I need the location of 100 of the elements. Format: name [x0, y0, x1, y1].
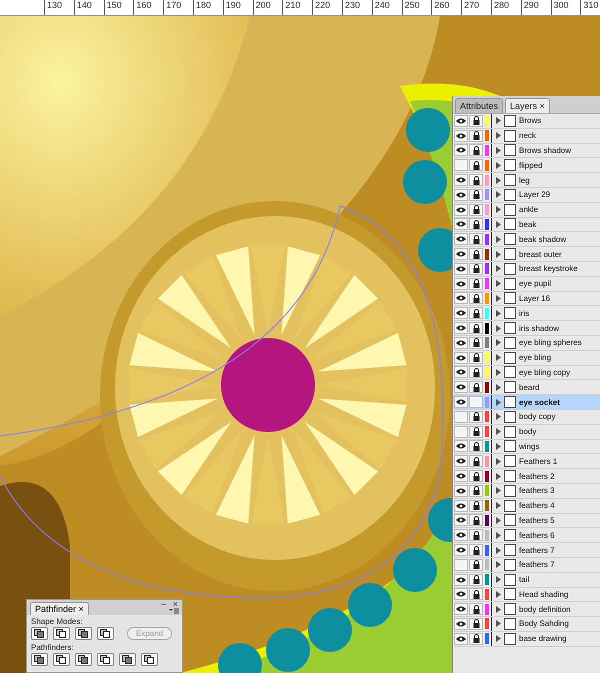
panel-tab[interactable]: Layers × [505, 98, 550, 113]
lock-icon[interactable] [472, 427, 480, 436]
lock-toggle[interactable] [469, 500, 483, 512]
lock-toggle[interactable] [469, 514, 483, 526]
lock-icon[interactable] [472, 205, 480, 214]
lock-icon[interactable] [472, 190, 480, 200]
lock-icon[interactable] [472, 264, 480, 274]
eye-icon[interactable] [456, 192, 466, 198]
lock-toggle[interactable] [469, 352, 483, 364]
panel-tab[interactable]: Pathfinder × [30, 602, 89, 615]
eye-icon[interactable] [456, 591, 466, 598]
layer-row[interactable]: beak [453, 218, 600, 232]
lock-icon[interactable] [472, 619, 480, 628]
lock-icon[interactable] [472, 220, 480, 229]
eye-icon[interactable] [456, 502, 466, 509]
lock-icon[interactable] [472, 279, 480, 288]
panel-tab[interactable]: Attributes [455, 98, 504, 113]
eye-icon[interactable] [456, 547, 466, 553]
lock-icon[interactable] [472, 176, 480, 185]
layer-row[interactable]: body copy [453, 410, 600, 425]
menu-icon[interactable] [169, 608, 179, 614]
pathfinder-button[interactable] [75, 653, 92, 666]
eye-icon[interactable] [456, 177, 466, 184]
visibility-toggle[interactable] [454, 484, 468, 497]
layer-row[interactable]: Layer 29 [453, 188, 600, 203]
pathfinder-button[interactable] [53, 653, 70, 666]
visibility-toggle[interactable] [454, 426, 468, 438]
lock-icon[interactable] [472, 368, 480, 377]
layer-row[interactable]: feathers 5 [453, 514, 600, 528]
lock-icon[interactable] [472, 250, 480, 259]
lock-toggle[interactable] [469, 278, 483, 290]
layer-row[interactable]: eye bling copy [453, 366, 600, 380]
lock-toggle[interactable] [469, 218, 483, 230]
lock-toggle[interactable] [469, 130, 483, 142]
shape-mode-button[interactable] [75, 627, 92, 640]
lock-icon[interactable] [472, 146, 480, 155]
layer-row[interactable]: feathers 4 [453, 498, 600, 514]
eye-icon[interactable] [456, 354, 466, 361]
lock-toggle[interactable] [469, 144, 483, 156]
eye-icon[interactable] [456, 280, 466, 287]
lock-toggle[interactable] [469, 426, 483, 438]
visibility-toggle[interactable] [454, 204, 468, 216]
shape-mode-button[interactable] [97, 627, 114, 640]
visibility-toggle[interactable] [454, 322, 468, 334]
visibility-toggle[interactable] [454, 514, 468, 526]
eye-icon[interactable] [456, 620, 466, 627]
layer-row[interactable]: body definition [453, 602, 600, 618]
layer-row[interactable]: Body Sahding [453, 617, 600, 632]
visibility-toggle[interactable] [454, 218, 468, 230]
layer-row[interactable]: Head shading [453, 588, 600, 602]
lock-icon[interactable] [472, 324, 480, 333]
visibility-toggle[interactable] [454, 159, 468, 172]
visibility-toggle[interactable] [454, 455, 468, 468]
lock-toggle[interactable] [469, 455, 483, 468]
lock-icon[interactable] [472, 634, 480, 644]
layer-row[interactable]: beak shadow [453, 232, 600, 248]
lock-toggle[interactable] [469, 204, 483, 216]
eye-icon[interactable] [456, 147, 466, 154]
layer-row[interactable]: feathers 7 [453, 543, 600, 558]
lock-icon[interactable] [472, 472, 480, 481]
layer-row[interactable]: ankle [453, 202, 600, 218]
eye-icon[interactable] [456, 369, 466, 376]
layer-row[interactable]: flipped [453, 158, 600, 174]
lock-icon[interactable] [472, 294, 480, 303]
eye-icon[interactable] [456, 118, 466, 124]
eye-icon[interactable] [456, 458, 466, 464]
layer-row[interactable]: iris shadow [453, 321, 600, 336]
layer-row[interactable]: tail [453, 572, 600, 588]
visibility-toggle[interactable] [454, 544, 468, 556]
eye-icon[interactable] [456, 251, 466, 258]
eye-icon[interactable] [456, 221, 466, 228]
eye-icon[interactable] [456, 206, 466, 213]
visibility-toggle[interactable] [454, 574, 468, 586]
lock-icon[interactable] [472, 353, 480, 362]
eye-icon[interactable] [456, 384, 466, 390]
eye-icon[interactable] [456, 606, 466, 612]
eye-icon[interactable] [456, 132, 466, 139]
lock-toggle[interactable] [469, 381, 483, 394]
lock-icon[interactable] [472, 501, 480, 510]
eye-icon[interactable] [456, 473, 466, 480]
eye-icon[interactable] [456, 325, 466, 332]
lock-toggle[interactable] [469, 114, 483, 127]
lock-icon[interactable] [472, 530, 480, 540]
lock-icon[interactable] [472, 486, 480, 496]
lock-toggle[interactable] [469, 574, 483, 586]
lock-icon[interactable] [472, 516, 480, 525]
lock-toggle[interactable] [469, 292, 483, 304]
eye-icon[interactable] [456, 266, 466, 272]
eye-icon[interactable] [456, 340, 466, 346]
lock-icon[interactable] [472, 338, 480, 348]
visibility-toggle[interactable] [454, 618, 468, 630]
lock-icon[interactable] [472, 604, 480, 614]
layer-row[interactable]: body [453, 424, 600, 440]
layer-row[interactable]: feathers 3 [453, 484, 600, 499]
lock-toggle[interactable] [469, 484, 483, 497]
layer-row[interactable]: neck [453, 128, 600, 144]
lock-toggle[interactable] [469, 248, 483, 260]
layer-row[interactable]: base drawing [453, 632, 600, 647]
lock-toggle[interactable] [469, 262, 483, 275]
layer-row[interactable]: Layer 16 [453, 292, 600, 306]
